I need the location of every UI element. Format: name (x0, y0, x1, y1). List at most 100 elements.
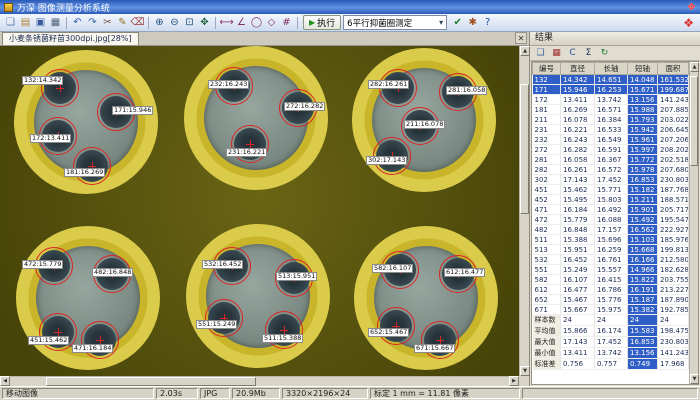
result-cell[interactable]: 24 (658, 315, 689, 326)
result-cell[interactable]: 16.166 (628, 255, 658, 265)
result-cell[interactable]: 24 (628, 315, 658, 326)
result-cell[interactable]: 141.243 (658, 95, 689, 105)
horizontal-scroll-thumb[interactable] (46, 377, 256, 386)
result-cell[interactable]: 612 (533, 285, 561, 295)
result-cell[interactable]: 16.853 (628, 337, 658, 348)
result-cell[interactable]: 302 (533, 175, 561, 185)
result-row[interactable]: 21116.07816.38415.793203.022 (533, 115, 689, 125)
result-cell[interactable]: 15.495 (561, 195, 595, 205)
result-cell[interactable]: 582 (533, 275, 561, 285)
result-cell[interactable]: 181 (533, 105, 561, 115)
cut-icon[interactable]: ✂ (100, 15, 115, 30)
result-cell[interactable]: 205.717 (658, 205, 689, 215)
measurement-label[interactable]: 511:15.388 (262, 334, 303, 343)
result-cell[interactable]: 13.742 (595, 348, 628, 359)
result-cell[interactable]: 482 (533, 225, 561, 235)
result-row[interactable]: 45115.46215.77115.182187.768 (533, 185, 689, 195)
measurement-label[interactable]: 472:15.779 (22, 260, 63, 269)
result-cell[interactable]: 16.174 (595, 326, 628, 337)
result-cell[interactable]: 199.687 (658, 85, 689, 95)
result-cell[interactable]: 样本数 (533, 315, 561, 326)
result-cell[interactable]: 471 (533, 205, 561, 215)
result-cell[interactable]: 0.756 (561, 359, 595, 370)
result-row[interactable]: 48216.84817.15716.562222.927 (533, 225, 689, 235)
column-header[interactable]: 编号 (533, 63, 561, 75)
measurement-label[interactable]: 282:16.261 (368, 80, 409, 89)
result-cell[interactable]: 511 (533, 235, 561, 245)
result-cell[interactable]: 15.249 (561, 265, 595, 275)
vertical-scroll-track[interactable] (520, 56, 529, 366)
method-dropdown[interactable]: 6平行抑菌圈测定 ▾ (343, 15, 447, 30)
result-cell[interactable]: 15.771 (595, 185, 628, 195)
result-cell[interactable]: 15.667 (561, 305, 595, 315)
result-cell[interactable]: 231 (533, 125, 561, 135)
measurement-label[interactable]: 172:13.411 (30, 134, 71, 143)
result-cell[interactable]: 203.755 (658, 275, 689, 285)
result-cell[interactable]: 16.282 (561, 145, 595, 155)
pencil-icon[interactable]: ✎ (115, 15, 130, 30)
result-cell[interactable]: 15.997 (628, 145, 658, 155)
result-row[interactable]: 67115.66715.97515.382192.785 (533, 305, 689, 315)
result-row[interactable]: 61216.47716.78616.191213.227 (533, 285, 689, 295)
column-header[interactable]: 直径 (561, 63, 595, 75)
results-scroll-thumb[interactable] (690, 76, 698, 166)
grid-icon[interactable]: ▦ (550, 47, 563, 60)
result-cell[interactable]: 16.367 (595, 155, 628, 165)
measurement-label[interactable]: 451:15.462 (28, 336, 69, 345)
vertical-scroll-thumb[interactable] (520, 84, 529, 214)
result-cell[interactable]: 0.749 (628, 359, 658, 370)
measurement-label[interactable]: 272:16.282 (284, 102, 325, 111)
result-cell[interactable]: 16.786 (595, 285, 628, 295)
result-cell[interactable]: 16.492 (595, 205, 628, 215)
result-cell[interactable]: 15.211 (628, 195, 658, 205)
result-cell[interactable]: 13.156 (628, 95, 658, 105)
result-cell[interactable]: 15.492 (628, 215, 658, 225)
results-scroll-track[interactable] (690, 72, 698, 374)
result-cell[interactable]: 230.803 (658, 175, 689, 185)
result-cell[interactable]: 15.103 (628, 235, 658, 245)
undo-icon[interactable]: ↶ (70, 15, 85, 30)
result-cell[interactable]: 207.885 (658, 105, 689, 115)
result-cell[interactable]: 13.156 (628, 348, 658, 359)
result-row[interactable]: 28116.05816.36715.772202.518 (533, 155, 689, 165)
result-row[interactable]: 13214.34214.65114.048161.532 (533, 75, 689, 85)
result-cell[interactable]: 16.078 (561, 115, 595, 125)
result-cell[interactable]: 16.058 (561, 155, 595, 165)
result-cell[interactable]: 451 (533, 185, 561, 195)
result-cell[interactable]: 最小值 (533, 348, 561, 359)
result-cell[interactable]: 207.206 (658, 135, 689, 145)
result-cell[interactable]: 15.803 (595, 195, 628, 205)
result-cell[interactable]: 24 (595, 315, 628, 326)
result-cell[interactable]: 208.202 (658, 145, 689, 155)
result-cell[interactable]: 203.022 (658, 115, 689, 125)
result-cell[interactable]: 202.518 (658, 155, 689, 165)
result-cell[interactable]: 15.776 (595, 295, 628, 305)
result-cell[interactable]: 16.571 (595, 105, 628, 115)
result-cell[interactable]: 161.532 (658, 75, 689, 85)
refresh-icon[interactable]: ↻ (598, 47, 611, 60)
measurement-label[interactable]: 181:16.269 (64, 168, 105, 177)
result-cell[interactable]: 15.388 (561, 235, 595, 245)
scroll-up-icon[interactable]: ▲ (520, 46, 530, 56)
result-cell[interactable]: 272 (533, 145, 561, 155)
summary-row[interactable]: 最小值13.41113.74213.156141.243 (533, 348, 689, 359)
measurement-label[interactable]: 281:16.058 (446, 86, 487, 95)
count-tool-icon[interactable]: # (279, 15, 294, 30)
result-cell[interactable]: 15.696 (595, 235, 628, 245)
result-cell[interactable]: 13.742 (595, 95, 628, 105)
column-header[interactable]: 短轴 (628, 63, 658, 75)
result-cell[interactable]: 16.384 (595, 115, 628, 125)
result-cell[interactable]: 16.243 (561, 135, 595, 145)
result-cell[interactable]: 171 (533, 85, 561, 95)
measurement-label[interactable]: 232:16.243 (208, 80, 249, 89)
execute-button[interactable]: ▶ 执行 (303, 15, 341, 30)
result-cell[interactable]: 标准差 (533, 359, 561, 370)
copy-results-icon[interactable]: ❑ (534, 47, 547, 60)
result-cell[interactable]: 207.680 (658, 165, 689, 175)
measurement-label[interactable]: 171:15.946 (112, 106, 153, 115)
result-row[interactable]: 27216.28216.59115.997208.202 (533, 145, 689, 155)
result-cell[interactable]: 14.651 (595, 75, 628, 85)
result-row[interactable]: 23116.22116.53315.942206.645 (533, 125, 689, 135)
result-cell[interactable]: 206.645 (658, 125, 689, 135)
result-row[interactable]: 45215.49515.80315.211188.571 (533, 195, 689, 205)
